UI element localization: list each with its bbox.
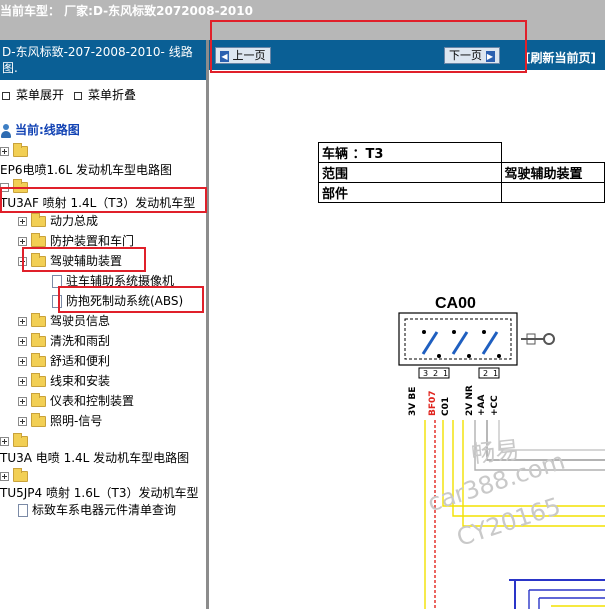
- tree-node[interactable]: 动力总成: [18, 212, 98, 230]
- tree-node-label: 动力总成: [50, 214, 99, 228]
- expand-icon[interactable]: [18, 337, 27, 346]
- expand-icon[interactable]: [0, 472, 9, 481]
- tree-node[interactable]: [0, 467, 32, 485]
- expand-icon[interactable]: [18, 317, 27, 326]
- tree-node-label: 照明-信号: [50, 414, 103, 428]
- folder-icon: [13, 468, 28, 482]
- tree-node-label: 清洗和雨刮: [50, 334, 111, 348]
- highlight-box-abs: [58, 286, 204, 313]
- key-icon: [521, 333, 555, 345]
- expand-icon[interactable]: [0, 147, 9, 156]
- tree-node-label: 驾驶员信息: [50, 314, 111, 328]
- user-icon: [0, 123, 12, 138]
- expand-icon[interactable]: [18, 237, 27, 246]
- expand-icon[interactable]: [18, 217, 27, 226]
- tree-node-label: EP6电喷1.6L 发动机车型电路图: [0, 163, 173, 177]
- tree-node[interactable]: [0, 432, 32, 450]
- tree-node[interactable]: [0, 142, 32, 160]
- tree-node-label: 仪表和控制装置: [50, 394, 135, 408]
- part-label: 部件: [318, 182, 502, 203]
- tree-node-label: TU3A 电喷 1.4L 发动机车型电路图: [0, 451, 190, 465]
- expand-icon[interactable]: [18, 397, 27, 406]
- tree-node[interactable]: 清洗和雨刮: [18, 332, 110, 350]
- vehicle-cell: 车辆 ：T3: [318, 142, 502, 163]
- wire-label: +AA: [477, 394, 487, 416]
- collapse-menu-button[interactable]: 菜单折叠: [74, 86, 136, 103]
- highlight-box-nav: [210, 20, 527, 73]
- tree-node-label: TU5JP4 喷射 1.6L（T3）发动机车型: [0, 486, 199, 500]
- tree-node[interactable]: TU5JP4 喷射 1.6L（T3）发动机车型: [0, 484, 199, 502]
- tree-node-label: 标致车系电器元件清单查询: [32, 503, 177, 517]
- folder-icon: [31, 413, 46, 427]
- tree-node[interactable]: 舒适和便利: [18, 352, 110, 370]
- folder-icon: [31, 393, 46, 407]
- left-panel: D-东风标致-207-2008-2010- 线路图. 菜单展开 菜单折叠 当前:…: [0, 40, 206, 609]
- component-code: CA00: [435, 295, 476, 312]
- expand-icon[interactable]: [18, 417, 27, 426]
- scope-value: 驾驶辅助装置: [500, 162, 605, 183]
- tree-node-label: 舒适和便利: [50, 354, 111, 368]
- pin-label: 2: [483, 369, 488, 378]
- folder-icon: [31, 233, 46, 247]
- highlight-box-driving-aid: [22, 247, 146, 272]
- folder-icon: [31, 353, 46, 367]
- pin-label: 2: [433, 369, 438, 378]
- wire-label: 2V NR: [465, 385, 475, 416]
- tree-node-label: 线束和安装: [50, 374, 111, 388]
- square-icon: [2, 91, 10, 100]
- info-table: 车辆 ：T3 范围 驾驶辅助装置 部件: [318, 142, 605, 203]
- pin-label: 1: [443, 369, 448, 378]
- window-title: 当前车型： 厂家:D-东风标致2072008-2010: [0, 4, 253, 18]
- expand-menu-button[interactable]: 菜单展开: [2, 86, 64, 103]
- wire-label: 3V BE: [408, 387, 418, 416]
- tree-leaf[interactable]: 标致车系电器元件清单查询: [18, 501, 176, 519]
- pin-label: 1: [493, 369, 498, 378]
- current-label-text: 当前:线路图: [15, 123, 80, 137]
- panel-header: D-东风标致-207-2008-2010- 线路图.: [0, 40, 206, 80]
- wiring-diagram: CA00 3 2 1 2 1 3V BE BF07 C01 2V NR +AA: [398, 295, 605, 609]
- content-panel: ◀ 上一页 下一页 ▶ [刷新当前页] 车辆 ：T3 范围 驾驶辅助装置 部件 …: [209, 40, 605, 609]
- highlight-box-engine: [0, 187, 207, 213]
- wire-label: +CC: [490, 395, 500, 416]
- square-icon: [74, 91, 82, 100]
- tree-node[interactable]: TU3A 电喷 1.4L 发动机车型电路图: [0, 449, 189, 467]
- expand-icon[interactable]: [18, 357, 27, 366]
- folder-icon: [13, 143, 28, 157]
- pin-label: 3: [423, 369, 428, 378]
- expand-menu-label: 菜单展开: [16, 88, 65, 102]
- expand-icon[interactable]: [18, 377, 27, 386]
- tree-node[interactable]: 线束和安装: [18, 372, 110, 390]
- wire-label: C01: [441, 397, 451, 416]
- folder-icon: [13, 433, 28, 447]
- folder-icon: [31, 373, 46, 387]
- tree-current-label: 当前:线路图: [0, 121, 80, 139]
- refresh-page-link[interactable]: [刷新当前页]: [525, 49, 596, 66]
- tree-node[interactable]: EP6电喷1.6L 发动机车型电路图: [0, 161, 172, 179]
- expand-icon[interactable]: [0, 437, 9, 446]
- folder-icon: [31, 313, 46, 327]
- empty-cell: [500, 142, 605, 163]
- switch-inner: [404, 318, 512, 360]
- folder-icon: [31, 213, 46, 227]
- folder-icon: [31, 333, 46, 347]
- tree-node[interactable]: 仪表和控制装置: [18, 392, 134, 410]
- scope-label: 范围: [318, 162, 502, 183]
- part-value: [500, 182, 605, 203]
- collapse-menu-label: 菜单折叠: [88, 88, 137, 102]
- tree-node[interactable]: 驾驶员信息: [18, 312, 110, 330]
- wire-label: BF07: [428, 390, 438, 416]
- tree-node[interactable]: 照明-信号: [18, 412, 102, 430]
- tree-node-label: 防护装置和车门: [50, 234, 135, 248]
- document-icon: [18, 504, 28, 517]
